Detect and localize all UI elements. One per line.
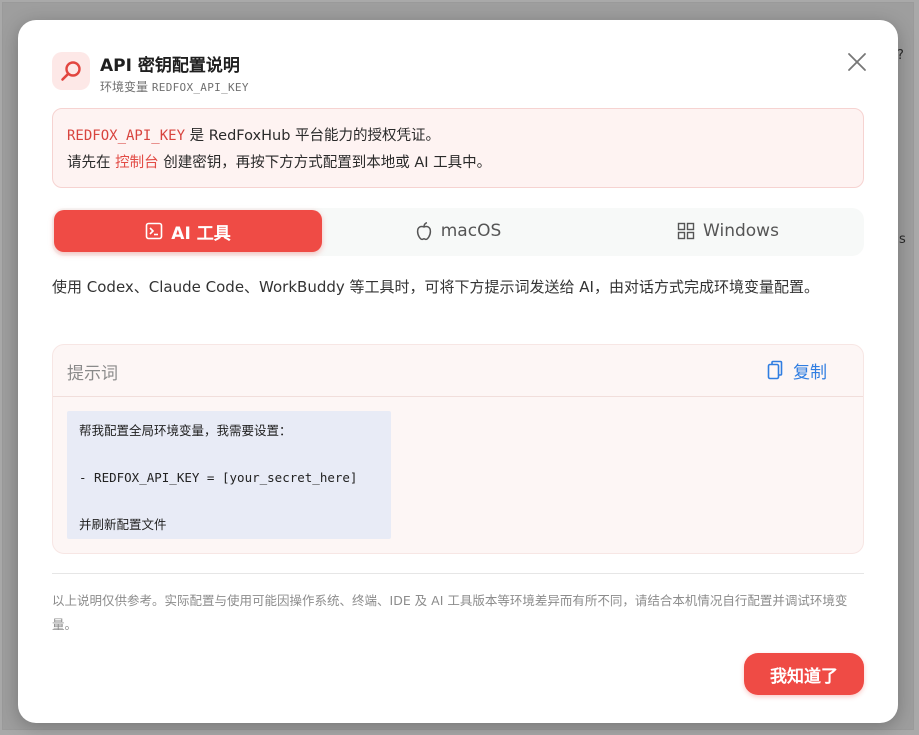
tab-macos-label: macOS — [440, 221, 502, 241]
dialog-title: API 密钥配置说明 — [100, 56, 240, 76]
notice-line-1-text: 是 RedFoxHub 平台能力的授权凭证。 — [185, 128, 441, 144]
prompt-label: 提示词 — [67, 364, 118, 384]
terminal-icon — [145, 222, 163, 240]
notice-box: REDFOX_API_KEY 是 RedFoxHub 平台能力的授权凭证。 请先… — [52, 108, 864, 188]
windows-icon — [677, 222, 695, 240]
prompt-header: 提示词 复制 — [53, 345, 863, 397]
copy-icon — [767, 360, 783, 380]
notice-line-2: 请先在 控制台 创建密钥，再按下方方式配置到本地或 AI 工具中。 — [67, 150, 849, 177]
notice-line-1: REDFOX_API_KEY 是 RedFoxHub 平台能力的授权凭证。 — [67, 123, 849, 150]
dialog-subtitle: 环境变量 REDFOX_API_KEY — [100, 78, 249, 95]
tab-windows[interactable]: Windows — [594, 210, 862, 252]
background-glyph: s — [899, 232, 906, 247]
tab-ai-tools[interactable]: AI 工具 — [54, 210, 322, 252]
subtitle-variable: REDFOX_API_KEY — [151, 81, 249, 94]
prompt-panel: 提示词 复制 帮我配置全局环境变量，我需要设置： - REDFOX_API_KE… — [52, 344, 864, 554]
api-key-dialog: API 密钥配置说明 环境变量 REDFOX_API_KEY REDFOX_AP… — [18, 20, 898, 723]
prompt-code: 帮我配置全局环境变量，我需要设置： - REDFOX_API_KEY = [yo… — [67, 411, 391, 539]
tab-description: 使用 Codex、Claude Code、WorkBuddy 等工具时，可将下方… — [52, 278, 819, 296]
tab-ai-tools-label: AI 工具 — [171, 223, 231, 244]
divider — [52, 573, 864, 574]
apple-icon — [416, 222, 431, 241]
search-key-icon — [52, 52, 90, 90]
tab-windows-label: Windows — [703, 221, 779, 241]
subtitle-prefix: 环境变量 — [100, 80, 149, 94]
notice-line-2-suffix: 创建密钥，再按下方方式配置到本地或 AI 工具中。 — [158, 155, 492, 171]
copy-label: 复制 — [793, 362, 827, 383]
copy-button[interactable]: 复制 — [767, 357, 827, 383]
platform-tabs: AI 工具 macOS Windows — [52, 208, 864, 256]
console-link[interactable]: 控制台 — [115, 155, 159, 171]
close-icon — [848, 53, 866, 71]
notice-line-2-prefix: 请先在 — [67, 155, 116, 171]
disclaimer-text: 以上说明仅供参考。实际配置与使用可能因操作系统、终端、IDE 及 AI 工具版本… — [52, 593, 848, 632]
notice-variable: REDFOX_API_KEY — [67, 128, 186, 144]
tab-macos[interactable]: macOS — [324, 210, 592, 252]
background-glyph: ? — [897, 48, 904, 63]
close-button[interactable] — [844, 49, 870, 75]
confirm-button[interactable]: 我知道了 — [744, 653, 864, 695]
